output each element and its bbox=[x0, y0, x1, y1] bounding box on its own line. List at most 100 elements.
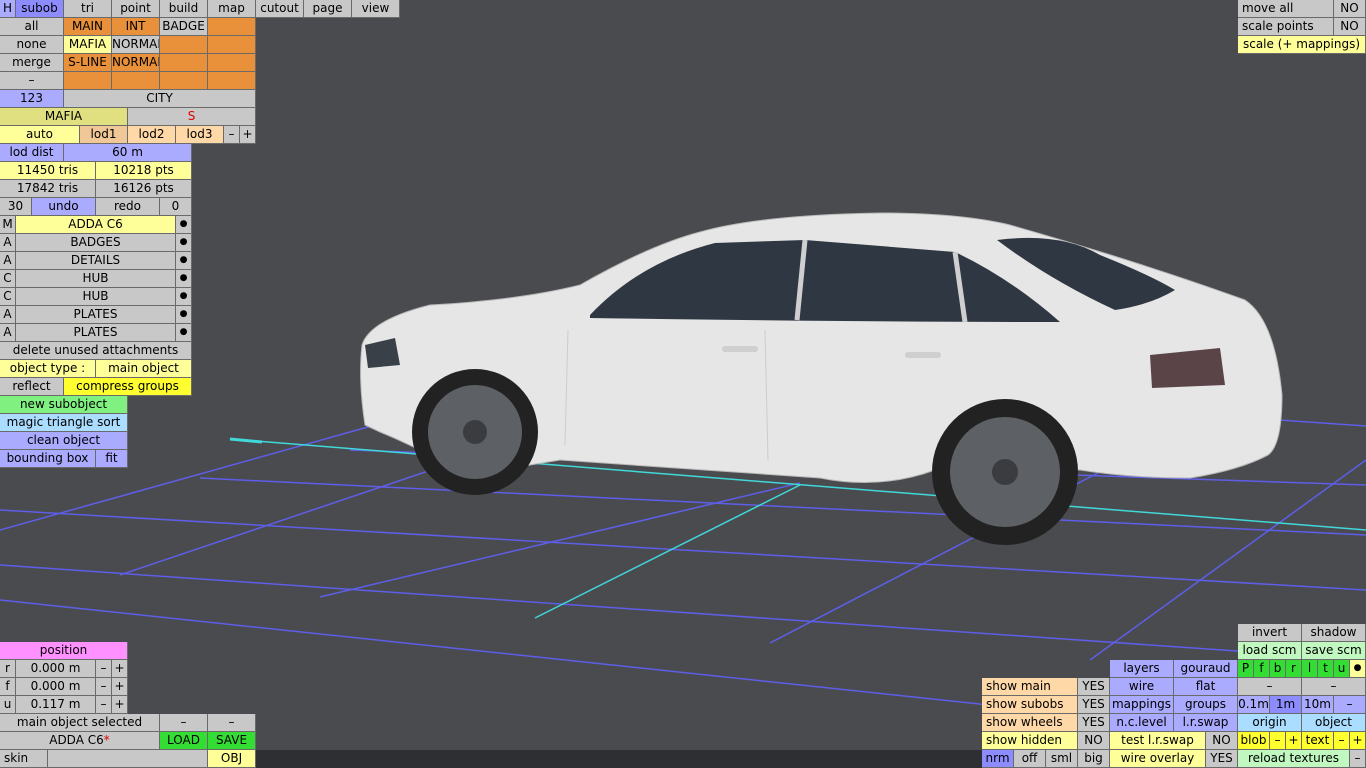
blob-button[interactable]: blob bbox=[1238, 732, 1270, 750]
load-scm-button[interactable]: load scm bbox=[1238, 642, 1302, 660]
view-p-button[interactable]: P bbox=[1238, 660, 1254, 678]
object-name[interactable]: BADGES bbox=[16, 234, 176, 252]
menu-cutout[interactable]: cutout bbox=[256, 0, 304, 18]
variant-dash-button[interactable]: – bbox=[0, 72, 64, 90]
variant-none-button[interactable]: none bbox=[0, 36, 64, 54]
decrement-button[interactable]: – bbox=[96, 660, 112, 678]
skin-field[interactable] bbox=[48, 750, 208, 768]
grid-size-10m[interactable]: 10m bbox=[1302, 696, 1334, 714]
scale-mappings-button[interactable]: scale (+ mappings) bbox=[1238, 36, 1366, 54]
view-l-button[interactable]: l bbox=[1302, 660, 1318, 678]
variant-empty[interactable] bbox=[64, 72, 112, 90]
mafia-field[interactable]: MAFIA bbox=[0, 108, 128, 126]
menu-subob[interactable]: subob bbox=[16, 0, 64, 18]
big-button[interactable]: big bbox=[1078, 750, 1110, 768]
decrement-button[interactable]: – bbox=[96, 696, 112, 714]
increment-button[interactable]: + bbox=[112, 678, 128, 696]
dash-button[interactable]: – bbox=[1238, 678, 1302, 696]
menu-tri[interactable]: tri bbox=[64, 0, 112, 18]
bounding-box-button[interactable]: bounding box bbox=[0, 450, 96, 468]
visibility-dot-icon[interactable]: ● bbox=[176, 270, 192, 288]
wire-overlay-button[interactable]: wire overlay bbox=[1110, 750, 1206, 768]
redo-button[interactable]: redo bbox=[96, 198, 160, 216]
object-button[interactable]: object bbox=[1302, 714, 1366, 732]
lod2-button[interactable]: lod2 bbox=[128, 126, 176, 144]
increment-button[interactable]: + bbox=[112, 660, 128, 678]
move-all-toggle[interactable]: NO bbox=[1334, 0, 1366, 18]
show-main-toggle[interactable]: YES bbox=[1078, 678, 1110, 696]
dash-button-2[interactable]: – bbox=[1302, 678, 1366, 696]
variant-mafia[interactable]: MAFIA bbox=[64, 36, 112, 54]
test-lr-swap-toggle[interactable]: NO bbox=[1206, 732, 1238, 750]
variant-empty[interactable] bbox=[208, 72, 256, 90]
delete-unused-button[interactable]: delete unused attachments bbox=[0, 342, 192, 360]
save-scm-button[interactable]: save scm bbox=[1302, 642, 1366, 660]
origin-button[interactable]: origin bbox=[1238, 714, 1302, 732]
variant-empty[interactable] bbox=[160, 36, 208, 54]
object-type-value[interactable]: main object bbox=[96, 360, 192, 378]
wire-button[interactable]: wire bbox=[1110, 678, 1174, 696]
menu-build[interactable]: build bbox=[160, 0, 208, 18]
view-f-button[interactable]: f bbox=[1254, 660, 1270, 678]
object-name[interactable]: PLATES bbox=[16, 324, 176, 342]
wire-overlay-toggle[interactable]: YES bbox=[1206, 750, 1238, 768]
groups-button[interactable]: groups bbox=[1174, 696, 1238, 714]
variant-sline[interactable]: S-LINE bbox=[64, 54, 112, 72]
show-hidden-toggle[interactable]: NO bbox=[1078, 732, 1110, 750]
obj-button[interactable]: OBJ bbox=[208, 750, 256, 768]
view-b-button[interactable]: b bbox=[1270, 660, 1286, 678]
show-subobs-toggle[interactable]: YES bbox=[1078, 696, 1110, 714]
text-plus[interactable]: + bbox=[1350, 732, 1366, 750]
view-u-button[interactable]: u bbox=[1334, 660, 1350, 678]
object-name[interactable]: HUB bbox=[16, 288, 176, 306]
off-button[interactable]: off bbox=[1014, 750, 1046, 768]
menu-view[interactable]: view bbox=[352, 0, 400, 18]
invert-button[interactable]: invert bbox=[1238, 624, 1302, 642]
scale-points-toggle[interactable]: NO bbox=[1334, 18, 1366, 36]
grid-size-minus[interactable]: – bbox=[1334, 696, 1366, 714]
lr-swap-button[interactable]: l.r.swap bbox=[1174, 714, 1238, 732]
grid-size-1m[interactable]: 1m bbox=[1270, 696, 1302, 714]
test-lr-swap-button[interactable]: test l.r.swap bbox=[1110, 732, 1206, 750]
object-name[interactable]: PLATES bbox=[16, 306, 176, 324]
lod1-button[interactable]: lod1 bbox=[80, 126, 128, 144]
blob-plus[interactable]: + bbox=[1286, 732, 1302, 750]
gouraud-button[interactable]: gouraud bbox=[1174, 660, 1238, 678]
object-name[interactable]: HUB bbox=[16, 270, 176, 288]
position-value[interactable]: 0.117 m bbox=[16, 696, 96, 714]
variant-normal-2[interactable]: NORMAL bbox=[112, 54, 160, 72]
shadow-button[interactable]: shadow bbox=[1302, 624, 1366, 642]
new-subobject-button[interactable]: new subobject bbox=[0, 396, 128, 414]
magic-triangle-sort-button[interactable]: magic triangle sort bbox=[0, 414, 128, 432]
compress-groups-button[interactable]: compress groups bbox=[64, 378, 192, 396]
variant-badge[interactable]: BADGE bbox=[160, 18, 208, 36]
visibility-dot-icon[interactable]: ● bbox=[176, 216, 192, 234]
load-button[interactable]: LOAD bbox=[160, 732, 208, 750]
flat-button[interactable]: flat bbox=[1174, 678, 1238, 696]
lod3-button[interactable]: lod3 bbox=[176, 126, 224, 144]
reload-textures-button[interactable]: reload textures bbox=[1238, 750, 1350, 768]
object-name[interactable]: ADDA C6 bbox=[16, 216, 176, 234]
visibility-dot-icon[interactable]: ● bbox=[176, 306, 192, 324]
variant-empty[interactable] bbox=[208, 36, 256, 54]
fit-button[interactable]: fit bbox=[96, 450, 128, 468]
increment-button[interactable]: + bbox=[112, 696, 128, 714]
variant-main[interactable]: MAIN bbox=[64, 18, 112, 36]
undo-button[interactable]: undo bbox=[32, 198, 96, 216]
grid-size-01m[interactable]: 0.1m bbox=[1238, 696, 1270, 714]
menu-point[interactable]: point bbox=[112, 0, 160, 18]
clean-object-button[interactable]: clean object bbox=[0, 432, 128, 450]
selection-minus-button[interactable]: – bbox=[160, 714, 208, 732]
view-r-button[interactable]: r bbox=[1286, 660, 1302, 678]
layers-button[interactable]: layers bbox=[1110, 660, 1174, 678]
visibility-dot-icon[interactable]: ● bbox=[176, 234, 192, 252]
lod-auto[interactable]: auto bbox=[0, 126, 80, 144]
text-minus[interactable]: – bbox=[1334, 732, 1350, 750]
view-dot-icon[interactable]: ● bbox=[1350, 660, 1366, 678]
blob-minus[interactable]: – bbox=[1270, 732, 1286, 750]
visibility-dot-icon[interactable]: ● bbox=[176, 252, 192, 270]
visibility-dot-icon[interactable]: ● bbox=[176, 288, 192, 306]
variant-int[interactable]: INT bbox=[112, 18, 160, 36]
menu-page[interactable]: page bbox=[304, 0, 352, 18]
show-wheels-toggle[interactable]: YES bbox=[1078, 714, 1110, 732]
